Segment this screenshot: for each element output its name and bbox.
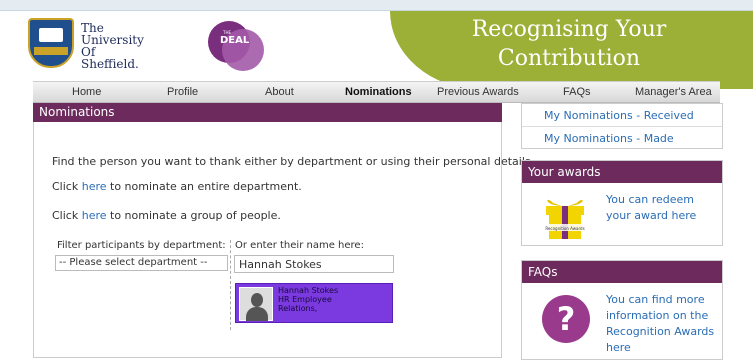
your-awards-panel: Your awards Recognition Awards You can r… — [521, 160, 723, 246]
intro-text: Find the person you want to thank either… — [52, 155, 535, 168]
my-nominations-made-link[interactable]: My Nominations - Made — [544, 132, 674, 145]
main-nav: Home Profile About Nominations Previous … — [33, 81, 720, 103]
gift-box-icon: Recognition Awards — [545, 199, 585, 239]
faqs-heading: FAQs — [522, 261, 722, 283]
my-nominations-links: My Nominations - Received My Nominations… — [521, 103, 723, 149]
group-nominate-line: Click here to nominate a group of people… — [52, 209, 281, 222]
group-here-link[interactable]: here — [82, 209, 107, 222]
name-search-label: Or enter their name here: — [235, 240, 364, 251]
deal-logo: THE DEAL — [208, 21, 264, 71]
nav-previous-awards[interactable]: Previous Awards — [437, 86, 519, 98]
banner-title: Recognising Your Contribution — [471, 17, 667, 71]
nav-managers-area[interactable]: Manager's Area — [635, 86, 712, 98]
search-result-card[interactable]: Hannah Stokes HR Employee Relations, — [235, 283, 393, 323]
result-details: Hannah Stokes HR Employee Relations, — [278, 286, 339, 313]
name-search-input[interactable]: Hannah Stokes — [234, 255, 394, 273]
nav-about[interactable]: About — [265, 86, 294, 98]
faqs-info-link[interactable]: You can find more information on the Rec… — [606, 292, 718, 356]
top-strip — [0, 0, 753, 11]
department-here-link[interactable]: here — [82, 180, 107, 193]
department-select[interactable]: -- Please select department -- — [55, 255, 228, 271]
deal-logo-text: DEAL — [220, 35, 250, 46]
redeem-award-link[interactable]: You can redeem your award here — [606, 192, 716, 224]
filter-divider — [230, 240, 231, 330]
nav-home[interactable]: Home — [72, 86, 101, 98]
filter-department-label: Filter participants by department: — [57, 240, 226, 251]
university-crest-icon — [28, 18, 74, 68]
faqs-panel: FAQs ? You can find more information on … — [521, 260, 723, 360]
university-name: The University Of Sheffield. — [81, 21, 144, 71]
nominations-heading: Nominations — [33, 103, 502, 122]
question-mark-icon: ? — [542, 295, 590, 343]
divider — [522, 126, 722, 127]
gift-badge-text: Recognition Awards — [545, 226, 584, 231]
my-nominations-received-link[interactable]: My Nominations - Received — [544, 109, 694, 122]
person-avatar-icon — [239, 287, 273, 321]
nav-faqs[interactable]: FAQs — [563, 86, 591, 98]
department-nominate-line: Click here to nominate an entire departm… — [52, 180, 302, 193]
your-awards-heading: Your awards — [522, 161, 722, 183]
nav-profile[interactable]: Profile — [167, 86, 198, 98]
nav-nominations[interactable]: Nominations — [345, 86, 412, 98]
